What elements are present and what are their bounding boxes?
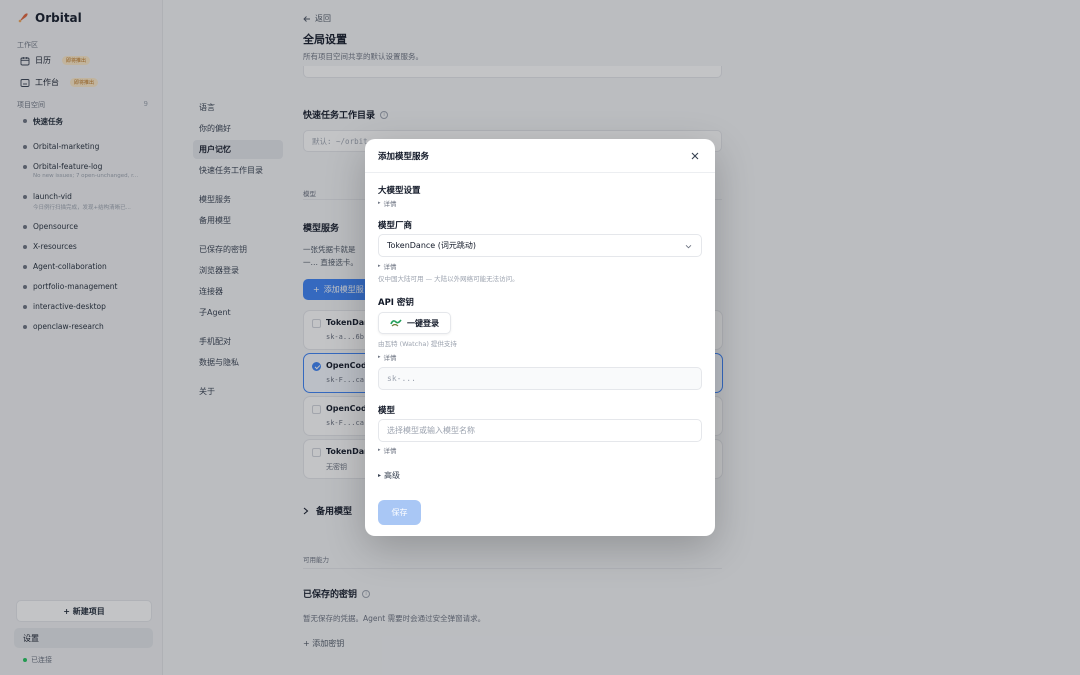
watcha-logo-icon [390,319,402,327]
vendor-note: 仅中国大陆可用 — 大陆以外网络可能无法访问。 [378,275,519,283]
caret-right-icon: ▸ [378,263,381,269]
vendor-label: 模型厂商 [378,221,413,231]
model-label: 模型 [378,406,396,416]
one-click-login-button[interactable]: 一键登录 [378,312,451,334]
caret-right-icon: ▸ [378,200,381,206]
vendor-select[interactable]: TokenDance (词元跳动) [378,234,702,257]
close-icon[interactable] [689,150,701,162]
api-key-label: API 密钥 [378,298,414,308]
details-toggle[interactable]: ▸ 详情 [378,352,397,362]
chevron-down-icon [685,244,692,249]
llm-settings-label: 大模型设置 [378,186,421,196]
api-key-input[interactable]: sk-... [378,367,702,390]
caret-right-icon: ▸ [378,472,382,479]
details-toggle[interactable]: ▸ 详情 [378,261,397,271]
dialog-title: 添加模型服务 [365,139,715,173]
provider-note: 由瓦特 (Watcha) 提供支持 [378,340,457,348]
advanced-toggle[interactable]: ▸ 高级 [378,470,400,481]
details-toggle[interactable]: ▸ 详情 [378,198,397,208]
add-model-service-dialog: 添加模型服务 大模型设置 ▸ 详情 模型厂商 TokenDance (词元跳动) … [365,139,715,536]
model-input[interactable]: 选择模型或输入模型名称 [378,419,702,442]
save-button[interactable]: 保存 [378,500,421,525]
details-toggle[interactable]: ▸ 详情 [378,445,397,455]
caret-right-icon: ▸ [378,354,381,360]
caret-right-icon: ▸ [378,447,381,453]
